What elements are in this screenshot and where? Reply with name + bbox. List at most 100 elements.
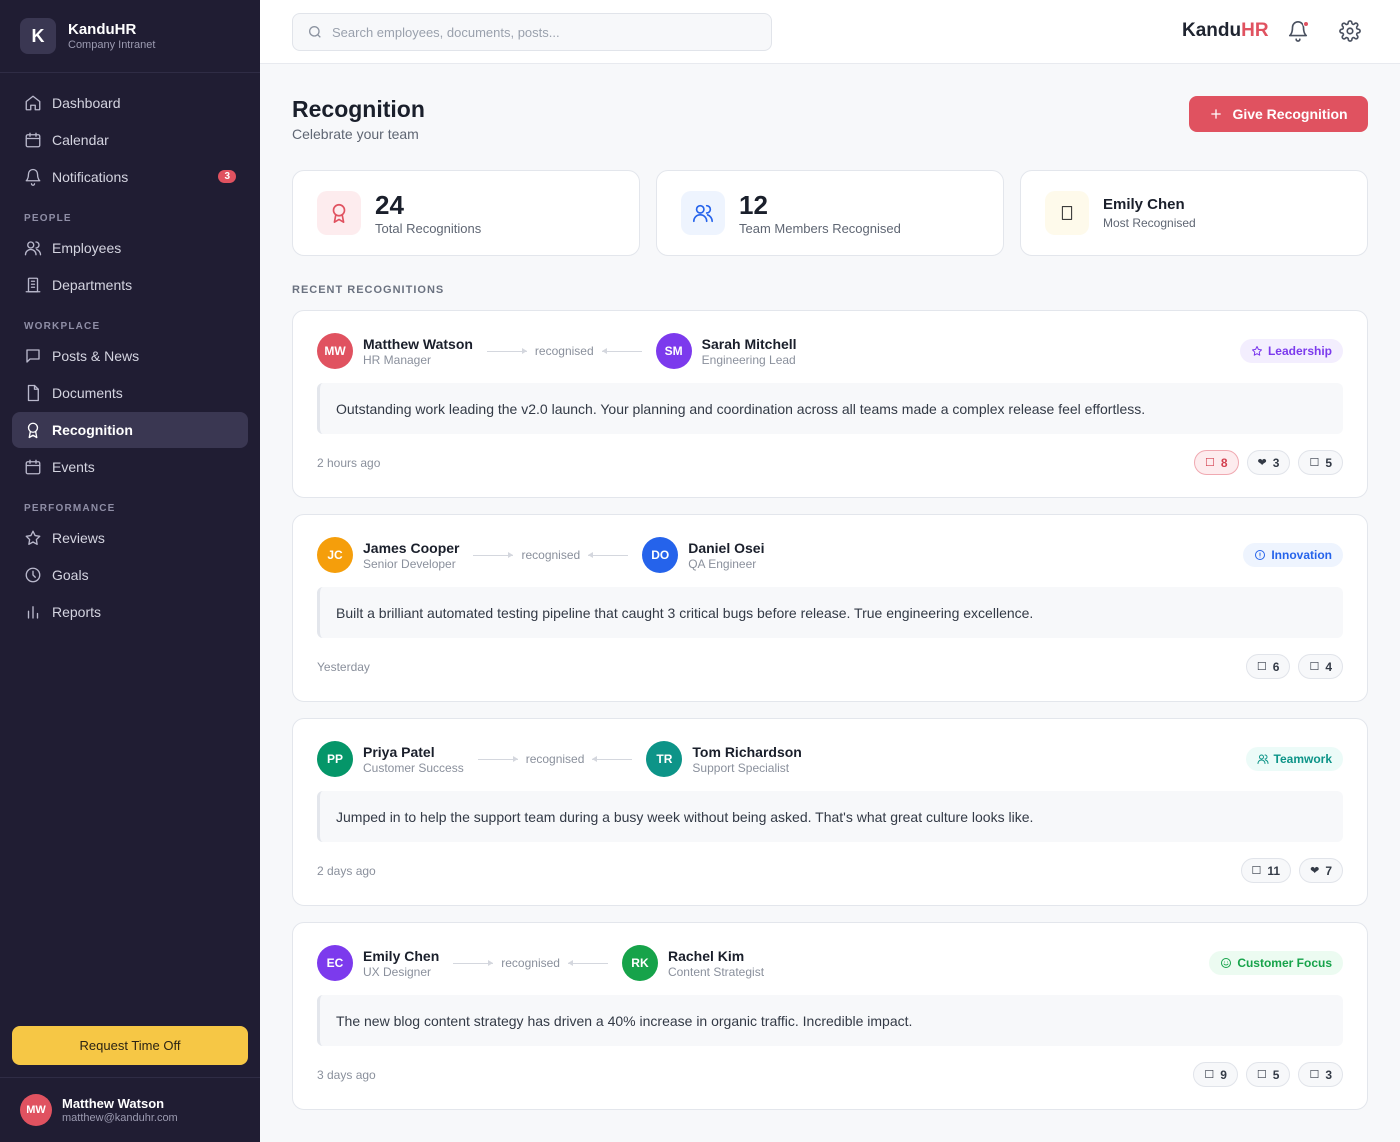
message-icon bbox=[26, 349, 40, 363]
star-icon bbox=[25, 530, 41, 545]
stat-total-recognitions: 24 Total Recognitions bbox=[292, 170, 640, 256]
arrow-right-icon bbox=[477, 755, 518, 762]
award-icon bbox=[27, 422, 39, 439]
reaction-count: 4 bbox=[1325, 659, 1332, 674]
reaction-count: 3 bbox=[1325, 1067, 1332, 1082]
stat-icon-box bbox=[317, 191, 361, 235]
stat-members-recognised: 12 Team Members Recognised bbox=[656, 170, 1004, 256]
reaction-emoji: ☐ bbox=[1251, 865, 1262, 877]
arrow-right-icon bbox=[486, 347, 527, 354]
reaction-count: 9 bbox=[1220, 1067, 1227, 1082]
calendar-icon bbox=[25, 132, 41, 148]
search-icon bbox=[309, 26, 321, 38]
recipient-name: Rachel Kim bbox=[667, 947, 745, 964]
avatar: PP bbox=[317, 741, 353, 777]
reaction-button[interactable]: ☐ 9 bbox=[1193, 1062, 1238, 1087]
brand-subtitle: Company Intranet bbox=[68, 39, 156, 51]
reaction-button[interactable]: ☐ 5 bbox=[1298, 450, 1343, 475]
brand[interactable]: K KanduHR Company Intranet bbox=[0, 0, 260, 73]
bar-chart-icon bbox=[27, 606, 39, 619]
sidebar-item-documents[interactable]: Documents bbox=[12, 375, 248, 411]
sidebar-item-label: Calendar bbox=[52, 132, 109, 148]
reaction-count: 11 bbox=[1267, 863, 1281, 878]
giver-name: Priya Patel bbox=[363, 743, 435, 760]
search-input[interactable] bbox=[332, 24, 752, 40]
user-email: matthew@kanduhr.com bbox=[62, 1112, 178, 1124]
reaction-count: 7 bbox=[1325, 863, 1332, 878]
reaction-button[interactable]: ☐ 11 bbox=[1240, 858, 1292, 883]
section-performance: PERFORMANCE bbox=[24, 503, 116, 514]
recognised-connector: recognised bbox=[473, 548, 629, 562]
stats-row: 24 Total Recognitions 12 Team Members Re… bbox=[292, 170, 1368, 256]
reaction-button[interactable]: ☐ 3 bbox=[1298, 1062, 1343, 1087]
reaction-button[interactable]: ☐ 6 bbox=[1245, 654, 1291, 679]
sidebar-item-posts[interactable]: Posts & News bbox=[12, 338, 248, 374]
give-recognition-button[interactable]: Give Recognition bbox=[1189, 96, 1368, 132]
sidebar-item-reviews[interactable]: Reviews bbox=[12, 520, 248, 556]
notifications-button[interactable] bbox=[1287, 20, 1311, 44]
recipient[interactable]: DO Daniel Osei QA Engineer bbox=[642, 537, 764, 573]
sidebar-item-goals[interactable]: Goals bbox=[12, 557, 248, 593]
calendar-icon bbox=[25, 459, 41, 475]
avatar: MW bbox=[317, 333, 353, 369]
page-title: Recognition bbox=[292, 96, 425, 122]
recognition-header: MW Matthew Watson HR Manager recognised … bbox=[317, 333, 797, 369]
giver[interactable]: MW Matthew Watson HR Manager bbox=[317, 333, 473, 369]
avatar: TR bbox=[646, 741, 683, 777]
reactions: ☐ 8 ❤ 3 ☐ 5 bbox=[1193, 450, 1343, 475]
recognition-message: Outstanding work leading the v2.0 launch… bbox=[317, 383, 1343, 434]
sidebar-item-departments[interactable]: Departments bbox=[12, 267, 248, 303]
sidebar-nav: Dashboard Calendar Notifications 3 PEOPL… bbox=[0, 73, 260, 630]
reaction-button[interactable]: ☐ 8 bbox=[1193, 450, 1239, 475]
recipient[interactable]: SM Sarah Mitchell Engineering Lead bbox=[655, 333, 797, 369]
sidebar-item-events[interactable]: Events bbox=[12, 449, 248, 485]
recognised-connector: recognised bbox=[486, 344, 642, 358]
stat-label: Most Recognised bbox=[1103, 216, 1196, 230]
request-time-off-button[interactable]: Request Time Off bbox=[12, 1026, 248, 1065]
reaction-count: 8 bbox=[1220, 455, 1228, 470]
sidebar-item-dashboard[interactable]: Dashboard bbox=[12, 85, 248, 121]
home-icon bbox=[25, 95, 41, 111]
stat-name: Emily Chen bbox=[1103, 196, 1185, 213]
recognised-connector: recognised bbox=[453, 956, 608, 970]
sidebar-item-calendar[interactable]: Calendar bbox=[12, 122, 248, 158]
arrow-left-icon bbox=[567, 959, 608, 966]
sidebar-item-label: Reviews bbox=[52, 530, 105, 546]
users-icon bbox=[693, 204, 713, 223]
current-user[interactable]: MW Matthew Watson matthew@kanduhr.com bbox=[0, 1077, 260, 1142]
timestamp: Yesterday bbox=[317, 660, 370, 674]
sidebar-item-reports[interactable]: Reports bbox=[12, 594, 248, 630]
stat-icon-box bbox=[681, 191, 725, 235]
sidebar-item-recognition[interactable]: Recognition bbox=[12, 412, 248, 448]
tag-label: Innovation bbox=[1271, 548, 1332, 562]
recognition-card: EC Emily Chen UX Designer recognised RK … bbox=[292, 922, 1368, 1110]
sidebar-item-employees[interactable]: Employees bbox=[12, 230, 248, 266]
give-recognition-label: Give Recognition bbox=[1232, 106, 1348, 122]
lightbulb-icon bbox=[1255, 550, 1266, 560]
sidebar-item-notifications[interactable]: Notifications 3 bbox=[12, 159, 248, 195]
topbar: KanduHR bbox=[260, 0, 1400, 64]
header-logo: KanduHR bbox=[1182, 20, 1269, 42]
recipient[interactable]: RK Rachel Kim Content Strategist bbox=[621, 945, 764, 981]
recognition-message: Built a brilliant automated testing pipe… bbox=[317, 587, 1343, 638]
reactions: ☐ 9 ☐ 5 ☐ 3 bbox=[1193, 1062, 1343, 1087]
reaction-button[interactable]: ❤ 7 bbox=[1299, 858, 1343, 883]
tag-label: Leadership bbox=[1267, 344, 1332, 358]
giver[interactable]: PP Priya Patel Customer Success bbox=[317, 741, 464, 777]
value-tag: Leadership bbox=[1239, 339, 1343, 363]
reaction-button[interactable]: ☐ 5 bbox=[1245, 1062, 1291, 1087]
settings-button[interactable] bbox=[1339, 20, 1363, 44]
reaction-button[interactable]: ☐ 4 bbox=[1298, 654, 1343, 679]
avatar: JC bbox=[317, 537, 353, 573]
recognition-header: JC James Cooper Senior Developer recogni… bbox=[317, 537, 764, 573]
giver[interactable]: EC Emily Chen UX Designer bbox=[317, 945, 439, 981]
sidebar-item-label: Recognition bbox=[52, 422, 133, 438]
recognised-connector: recognised bbox=[477, 752, 633, 766]
giver[interactable]: JC James Cooper Senior Developer bbox=[317, 537, 459, 573]
section-workplace: WORKPLACE bbox=[24, 321, 101, 332]
search-box[interactable] bbox=[292, 13, 772, 51]
arrow-right-icon bbox=[453, 959, 494, 966]
sidebar-item-label: Employees bbox=[52, 240, 122, 256]
reaction-button[interactable]: ❤ 3 bbox=[1246, 450, 1291, 475]
recipient[interactable]: TR Tom Richardson Support Specialist bbox=[646, 741, 802, 777]
